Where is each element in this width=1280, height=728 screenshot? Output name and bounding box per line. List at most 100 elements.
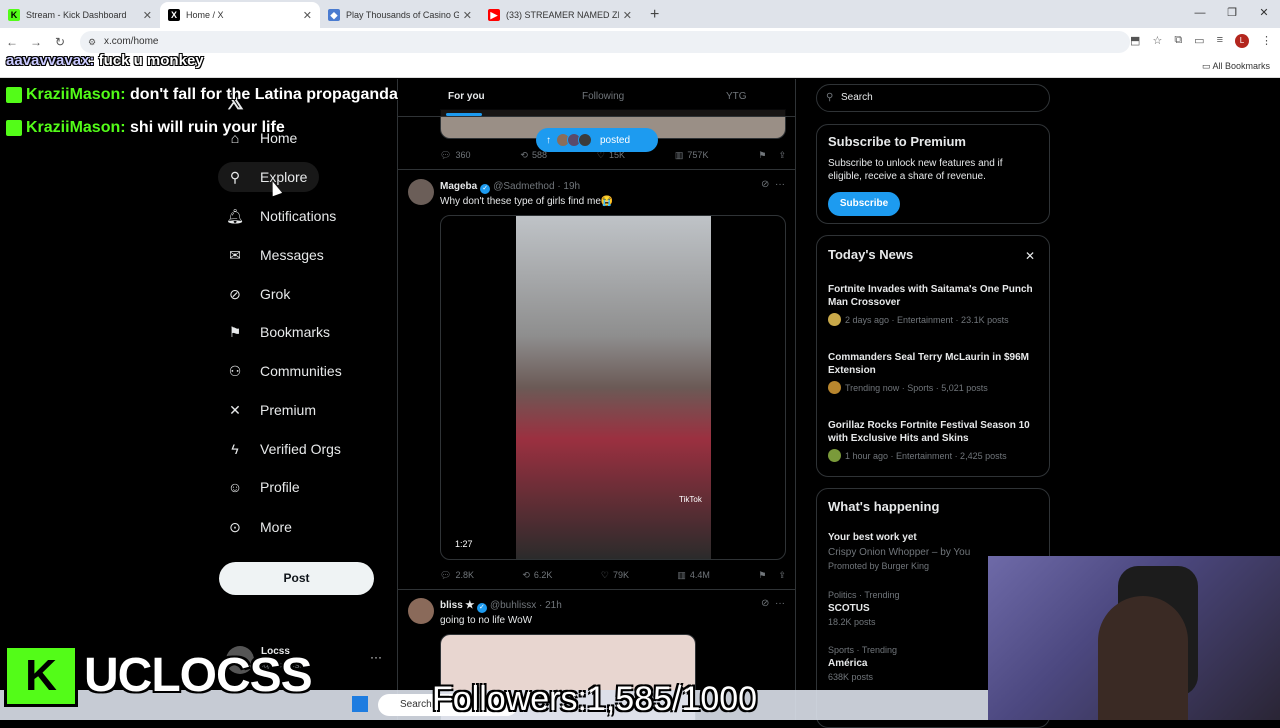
all-bookmarks[interactable]: ▭ All Bookmarks [1202,61,1270,72]
browser-tab-kick[interactable]: K Stream - Kick Dashboard ✕ [0,2,160,28]
browser-tab-youtube[interactable]: ▶ (33) STREAMER NAMED ZILLAS ✕ [480,2,640,28]
more-dots-icon[interactable]: ··· [775,598,785,609]
avatar [828,381,841,394]
close-icon[interactable]: ✕ [623,9,632,22]
nav-messages[interactable]: ✉ Messages [218,240,324,270]
taskbar-search-label: Search [400,699,432,710]
nav-grok[interactable]: ⊘ Grok [218,279,290,309]
news-card: Today's News ✕ Fortnite Invades with Sai… [816,235,1050,477]
tweet-menu[interactable]: ⊘ ··· [761,598,785,609]
author-name[interactable]: Mageba [440,181,477,192]
bookmark-icon[interactable]: ⚑ [758,150,766,161]
reload-icon[interactable]: ↻ [48,35,72,49]
more-dots-icon[interactable]: ··· [775,179,785,190]
site-info-icon[interactable]: ⚙ [88,31,96,53]
share-icon[interactable]: ⇪ [778,570,786,581]
star-icon[interactable]: ☆ [1152,34,1162,48]
nav-premium[interactable]: ✕ Premium [218,395,316,425]
avatar[interactable] [408,179,434,205]
back-icon[interactable]: ← [0,35,24,49]
nav-label: Bookmarks [260,324,331,340]
reply-count: 360 [455,150,471,160]
browser-tab-casino[interactable]: ◆ Play Thousands of Casino Gam ✕ [320,2,480,28]
repost-count: 6.2K [533,570,553,580]
news-item[interactable]: Fortnite Invades with Saitama's One Punc… [828,283,1043,326]
grok-icon[interactable]: ⊘ [761,598,769,609]
install-icon[interactable]: ⬒ [1130,34,1140,48]
divider [398,589,795,590]
address-bar[interactable]: ⚙ x.com/home [80,31,1130,53]
subscribe-button[interactable]: Subscribe [828,192,900,216]
browser-tab-bar: K Stream - Kick Dashboard ✕ X Home / X ✕… [0,0,1280,28]
tab-title: Play Thousands of Casino Gam [346,10,459,20]
share-icon[interactable]: ⇪ [778,150,786,161]
nav-bookmarks[interactable]: ⚑ Bookmarks [218,317,330,347]
tweet-time[interactable]: · 19h [557,181,580,192]
grok-icon: ⊘ [229,285,241,302]
news-meta: 1 hour ago · Entertainment · 2,425 posts [845,450,1007,461]
search-input[interactable]: ⚲ Search [816,84,1050,112]
close-window-icon[interactable]: ✕ [1248,0,1280,26]
reply-button[interactable]: 💬︎ 2.8K [440,570,474,581]
kick-badge-icon [6,120,22,136]
youtube-icon: ▶ [488,9,500,21]
extensions-icon[interactable]: ⧉ [1174,34,1182,48]
nav-communities[interactable]: ⚇ Communities [218,356,342,386]
new-tab-button[interactable]: + [640,2,669,28]
avatar[interactable] [408,598,434,624]
tweet-time[interactable]: · 21h [539,600,562,611]
tweet-header: Mageba ✓ @Sadmethod · 19h [440,181,580,194]
grok-icon[interactable]: ⊘ [761,179,769,190]
nav-verified-orgs[interactable]: ϟ Verified Orgs [218,434,341,464]
timeline: For you Following YTG ↑ posted 💬︎ 360 ⟲ 58… [397,79,796,720]
news-headline: Fortnite Invades with Saitama's One Punc… [828,284,1033,308]
profile-avatar[interactable]: L [1235,34,1249,48]
maximize-icon[interactable]: ❐ [1216,0,1248,26]
repost-button[interactable]: ⟲ 6.2K [522,570,552,581]
tweet-actions: 💬︎ 2.8K ⟲ 6.2K ♡ 79K ▥ 4.4M ⚑ ⇪ [440,567,786,583]
forward-icon[interactable]: → [24,35,48,49]
people-icon: ⚇ [228,362,242,379]
bookmark-icon[interactable]: ⚑ [758,570,766,581]
avatar [828,449,841,462]
sidepanel-icon[interactable]: ▭ [1194,34,1204,48]
follower-goal: Followers:1,585/1000 [432,680,758,718]
close-icon[interactable]: ✕ [143,9,152,22]
minimize-icon[interactable]: — [1184,0,1216,26]
news-item[interactable]: Gorillaz Rocks Fortnite Festival Season … [828,419,1043,462]
premium-title: Subscribe to Premium [828,134,966,149]
tweet-menu[interactable]: ⊘ ··· [761,179,785,190]
new-posts-pill[interactable]: ↑ posted [536,128,658,152]
close-icon[interactable]: ✕ [1025,249,1035,263]
media-icon[interactable]: ≡ [1217,34,1223,48]
tab-ytg[interactable]: YTG [726,91,747,102]
tab-following[interactable]: Following [582,91,624,102]
author-handle[interactable]: @buhlissx [490,600,536,611]
nav-notifications[interactable]: 🔔︎ Notifications [218,201,336,231]
avatar [828,313,841,326]
avatar [578,133,592,147]
chat-text: don't fall for the Latina propaganda [130,86,398,103]
close-icon[interactable]: ✕ [303,9,312,22]
close-icon[interactable]: ✕ [463,9,472,22]
post-button[interactable]: Post [219,562,374,595]
window-controls: — ❐ ✕ [1184,0,1280,26]
views-button[interactable]: ▥ 757K [675,150,709,161]
news-item[interactable]: Commanders Seal Terry McLaurin in $96M E… [828,351,1043,394]
author-handle[interactable]: @Sadmethod [493,181,554,192]
author-name[interactable]: bliss ✭ [440,600,474,611]
tab-title: (33) STREAMER NAMED ZILLAS [506,10,619,20]
nav-profile[interactable]: ☺ Profile [218,472,300,502]
tab-for-you[interactable]: For you [448,91,485,102]
nav-more[interactable]: ⊙ More [218,512,292,542]
browser-tab-x[interactable]: X Home / X ✕ [160,2,320,28]
like-button[interactable]: ♡ 79K [601,570,629,581]
more-dots-icon[interactable]: ··· [370,650,382,664]
views-button[interactable]: ▥ 4.4M [677,570,710,581]
tab-title: Stream - Kick Dashboard [26,10,127,20]
windows-start-icon[interactable] [352,696,368,712]
reply-button[interactable]: 💬︎ 360 [440,150,470,161]
tweet-video[interactable]: TikTok 1:27 [440,215,786,560]
menu-icon[interactable]: ⋮ [1261,34,1272,48]
chat-text: shi will ruin your life [130,119,285,136]
